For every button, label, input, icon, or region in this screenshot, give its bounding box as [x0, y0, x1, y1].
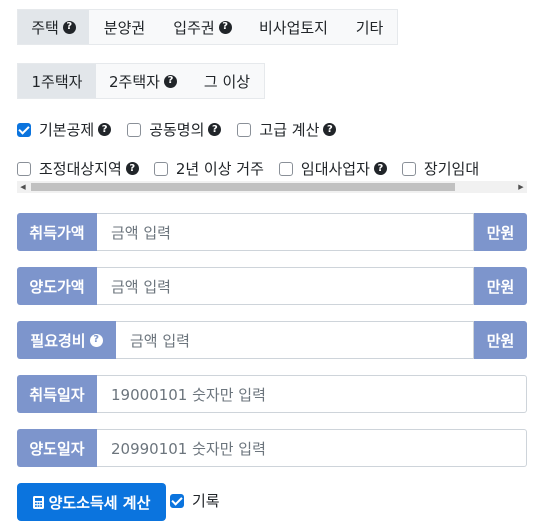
tab-more[interactable]: 그 이상: [190, 64, 264, 98]
help-icon[interactable]: ?: [218, 20, 232, 34]
acquisition-price-input[interactable]: 금액 입력: [97, 213, 474, 251]
regulated-area-checkbox[interactable]: 조정대상지역 ?: [17, 158, 139, 179]
help-icon[interactable]: ?: [163, 74, 177, 88]
tab-nonbusiness-land[interactable]: 비사업토지: [245, 10, 342, 44]
transfer-date-input[interactable]: 20990101 숫자만 입력: [97, 429, 527, 467]
tab-label: 1주택자: [31, 72, 83, 91]
tab-label: 기타: [355, 18, 384, 37]
options-scroll-area: 조정대상지역 ? 2년 이상 거주 임대사업자 ? 장기임대: [17, 153, 527, 181]
transfer-date-group: 양도일자 20990101 숫자만 입력: [17, 429, 527, 467]
acquisition-date-group: 취득일자 19000101 숫자만 입력: [17, 375, 527, 413]
expenses-input[interactable]: 금액 입력: [116, 321, 474, 359]
checkbox-label: 기록: [192, 492, 220, 510]
expenses-group: 필요경비 ? 금액 입력 만원: [17, 321, 527, 359]
acquisition-price-group: 취득가액 금액 입력 만원: [17, 213, 527, 251]
checkbox-label: 2년 이상 거주: [175, 160, 264, 178]
checkbox-label: 조정대상지역: [39, 160, 122, 178]
rental-business-checkbox[interactable]: 임대사업자 ?: [278, 158, 387, 179]
advanced-calc-checkbox[interactable]: 고급 계산 ?: [237, 119, 337, 140]
checkbox-label: 공동명의: [149, 121, 205, 139]
tab-label: 비사업토지: [258, 18, 328, 37]
horizontal-scrollbar[interactable]: ◀ ▶: [17, 181, 527, 193]
transfer-price-label: 양도가액: [17, 267, 97, 305]
checkbox-unchecked[interactable]: [127, 122, 142, 137]
tab-two-houses[interactable]: 2주택자 ?: [96, 64, 190, 98]
tab-occupancy-right[interactable]: 입주권 ?: [160, 10, 245, 44]
record-checkbox[interactable]: 기록: [170, 490, 220, 511]
options-row-2: 조정대상지역 ? 2년 이상 거주 임대사업자 ? 장기임대: [17, 158, 479, 179]
basic-deduction-checkbox[interactable]: 기본공제 ?: [17, 119, 112, 140]
checkbox-label: 기본공제: [39, 121, 95, 139]
calculate-button-label: 양도소득세 계산: [48, 493, 151, 512]
checkbox-label: 장기임대: [423, 160, 480, 178]
checkbox-unchecked[interactable]: [237, 122, 252, 137]
tab-label: 2주택자: [109, 72, 160, 91]
tab-label: 분양권: [103, 18, 146, 37]
tab-house[interactable]: 주택 ?: [18, 10, 89, 44]
checkbox-label: 임대사업자: [300, 160, 370, 178]
unit-label: 만원: [474, 321, 527, 359]
help-icon[interactable]: ?: [373, 162, 387, 175]
property-type-tabs: 주택 ? 분양권 입주권 ? 비사업토지 기타: [17, 9, 398, 45]
calculator-icon: [32, 495, 44, 509]
scroll-left-arrow-icon[interactable]: ◀: [17, 181, 29, 193]
checkbox-checked[interactable]: [170, 493, 184, 508]
tab-presale-right[interactable]: 분양권: [89, 10, 160, 44]
help-icon[interactable]: ?: [98, 123, 112, 136]
help-icon[interactable]: ?: [125, 162, 139, 175]
options-row-1: 기본공제 ? 공동명의 ? 고급 계산 ?: [17, 119, 337, 140]
calculate-tax-button[interactable]: 양도소득세 계산: [17, 483, 166, 521]
tax-calculator: 주택 ? 분양권 입주권 ? 비사업토지 기타 1주택자 2주택자 ? 그 이상: [0, 0, 542, 531]
transfer-date-label: 양도일자: [17, 429, 97, 467]
checkbox-checked[interactable]: [17, 122, 31, 137]
checkbox-unchecked[interactable]: [401, 161, 416, 176]
help-icon[interactable]: ?: [62, 20, 76, 34]
checkbox-unchecked[interactable]: [153, 161, 168, 176]
checkbox-unchecked[interactable]: [278, 161, 293, 176]
tab-other[interactable]: 기타: [342, 10, 397, 44]
joint-ownership-checkbox[interactable]: 공동명의 ?: [127, 119, 222, 140]
expenses-label: 필요경비 ?: [17, 321, 116, 359]
house-count-tabs: 1주택자 2주택자 ? 그 이상: [17, 63, 265, 99]
unit-label: 만원: [474, 213, 527, 251]
tab-label: 입주권: [173, 18, 215, 37]
acquisition-date-input[interactable]: 19000101 숫자만 입력: [97, 375, 527, 413]
scrollbar-thumb[interactable]: [31, 183, 455, 191]
two-year-residence-checkbox[interactable]: 2년 이상 거주: [153, 158, 264, 179]
acquisition-price-label: 취득가액: [17, 213, 97, 251]
transfer-price-group: 양도가액 금액 입력 만원: [17, 267, 527, 305]
help-icon[interactable]: ?: [208, 123, 222, 136]
tab-label: 주택: [31, 18, 59, 37]
help-icon[interactable]: ?: [323, 123, 337, 136]
tab-one-house[interactable]: 1주택자: [18, 64, 96, 98]
checkbox-unchecked[interactable]: [17, 161, 31, 176]
unit-label: 만원: [474, 267, 527, 305]
long-term-rental-checkbox[interactable]: 장기임대: [401, 158, 480, 179]
tab-label: 그 이상: [203, 72, 251, 91]
checkbox-label: 고급 계산: [259, 121, 320, 139]
scroll-right-arrow-icon[interactable]: ▶: [515, 181, 527, 193]
acquisition-date-label: 취득일자: [17, 375, 97, 413]
help-icon[interactable]: ?: [89, 333, 103, 347]
expenses-label-text: 필요경비: [30, 331, 86, 350]
transfer-price-input[interactable]: 금액 입력: [97, 267, 474, 305]
